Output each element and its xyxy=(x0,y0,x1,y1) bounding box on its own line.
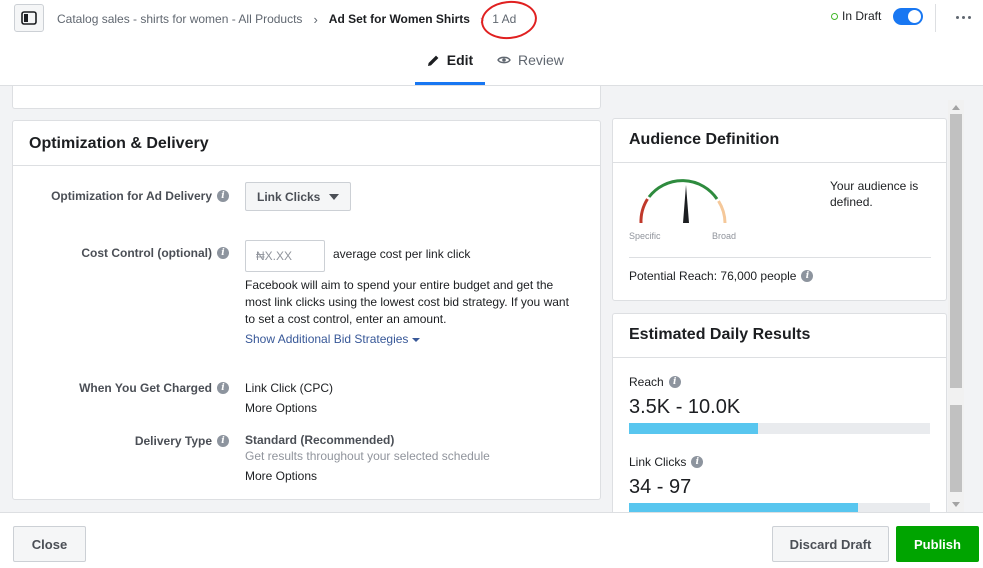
reach-bar-fill xyxy=(629,423,759,434)
section-divider xyxy=(613,162,946,163)
ad-delivery-label-group: Optimization for Ad Delivery i xyxy=(51,189,229,203)
info-icon[interactable]: i xyxy=(217,247,229,259)
header-divider xyxy=(935,4,936,32)
charged-label-row: When You Get Charged i xyxy=(13,381,229,397)
right-panel-scrollbar[interactable] xyxy=(948,100,964,512)
editor-tabs: Edit Review xyxy=(415,48,564,86)
previous-section-card xyxy=(12,86,601,109)
tab-edit-label: Edit xyxy=(446,52,474,68)
optimization-goal-dropdown[interactable]: Link Clicks xyxy=(245,182,352,211)
ad-delivery-label-row: Optimization for Ad Delivery i xyxy=(13,189,229,205)
tab-edit[interactable]: Edit xyxy=(415,48,485,85)
reach-value: 3.5K - 10.0K xyxy=(629,396,741,418)
more-dot-icon xyxy=(967,15,971,19)
section-title: Optimization & Delivery xyxy=(29,135,209,152)
info-icon[interactable]: i xyxy=(668,376,681,388)
reach-label-row: Reach i xyxy=(629,375,681,389)
audience-gauge-icon xyxy=(639,179,727,224)
breadcrumb-ad-set[interactable]: Ad Set for Women Shirts xyxy=(329,12,470,26)
gauge-specific-label: Specific xyxy=(629,231,661,241)
caret-down-icon xyxy=(412,337,421,342)
section-divider xyxy=(613,357,946,358)
pencil-icon xyxy=(427,55,439,66)
draft-status-label: In Draft xyxy=(842,9,882,23)
caret-down-icon xyxy=(329,193,340,200)
tab-review-label: Review xyxy=(518,52,564,68)
eye-icon xyxy=(497,56,511,64)
section-divider xyxy=(13,165,600,166)
cost-control-label: Cost Control (optional) xyxy=(81,246,212,260)
delivery-type-label-group: Delivery Type i xyxy=(135,434,229,448)
ad-delivery-label: Optimization for Ad Delivery xyxy=(51,189,212,203)
cost-control-help: Facebook will aim to spend your entire b… xyxy=(245,278,569,326)
audience-definition-card: Audience Definition Specific Broad Your … xyxy=(612,118,947,301)
cost-control-suffix: average cost per link click xyxy=(333,247,471,261)
toggle-knob xyxy=(908,10,921,23)
more-options-button[interactable] xyxy=(950,8,976,26)
info-icon[interactable]: i xyxy=(217,435,229,447)
side-panel-icon xyxy=(21,11,37,25)
charged-more-options-link[interactable]: More Options xyxy=(245,401,317,415)
charged-label-group: When You Get Charged i xyxy=(79,381,229,395)
draft-status: In Draft xyxy=(831,9,881,23)
link-clicks-label-row: Link Clicks i xyxy=(629,455,704,469)
delivery-more-options-link[interactable]: More Options xyxy=(245,469,317,483)
audience-status-text: Your audience is defined. xyxy=(830,179,919,209)
side-panel-toggle-button[interactable] xyxy=(14,4,44,32)
info-icon[interactable]: i xyxy=(801,270,814,282)
editor-header: Catalog sales - shirts for women - All P… xyxy=(0,0,983,86)
delivery-type-description: Get results throughout your selected sch… xyxy=(245,449,490,463)
optimization-goal-value: Link Clicks xyxy=(257,189,321,204)
estimated-daily-results-card: Estimated Daily Results Reach i 3.5K - 1… xyxy=(612,313,947,514)
link-clicks-label: Link Clicks xyxy=(629,455,687,469)
gauge-broad-label: Broad xyxy=(712,231,737,241)
close-button[interactable]: Close xyxy=(13,526,86,562)
cost-control-label-row: Cost Control (optional) i xyxy=(13,246,229,262)
delivery-type-value: Standard (Recommended) xyxy=(245,433,395,447)
breadcrumb-campaign[interactable]: Catalog sales - shirts for women - All P… xyxy=(57,12,302,26)
chevron-right-icon: › xyxy=(479,11,485,27)
delivery-type-label: Delivery Type xyxy=(134,434,212,448)
ad-set-on-off-toggle[interactable] xyxy=(893,8,923,25)
show-bid-strategies-link[interactable]: Show Additional Bid Strategies xyxy=(245,332,421,346)
audience-divider xyxy=(629,257,931,258)
audience-title: Audience Definition xyxy=(629,131,780,148)
publish-button[interactable]: Publish xyxy=(896,526,979,562)
scroll-down-icon[interactable] xyxy=(952,502,960,507)
cost-control-label-group: Cost Control (optional) i xyxy=(81,246,229,260)
potential-reach-text: Potential Reach: 76,000 people xyxy=(629,269,797,283)
reach-label: Reach xyxy=(629,375,664,389)
bid-strategies-label: Show Additional Bid Strategies xyxy=(245,332,409,346)
scroll-up-icon[interactable] xyxy=(952,105,960,110)
more-dot-icon xyxy=(955,15,959,19)
discard-draft-button[interactable]: Discard Draft xyxy=(772,526,889,562)
link-clicks-value: 34 - 97 xyxy=(629,476,692,498)
tab-review[interactable]: Review xyxy=(497,48,564,85)
reach-bar xyxy=(629,423,930,434)
info-icon[interactable]: i xyxy=(217,382,229,394)
optimization-delivery-card: Optimization & Delivery Optimization for… xyxy=(12,120,601,500)
chevron-right-icon: › xyxy=(313,11,318,27)
info-icon[interactable]: i xyxy=(217,190,229,202)
scrollbar-thumb[interactable] xyxy=(950,114,962,388)
delivery-type-label-row: Delivery Type i xyxy=(13,434,229,450)
scrollbar-thumb-secondary[interactable] xyxy=(950,405,962,492)
breadcrumb-ad[interactable]: 1 Ad xyxy=(492,12,516,26)
more-dot-icon xyxy=(961,15,965,19)
draft-status-dot-icon xyxy=(831,12,838,20)
potential-reach: Potential Reach: 76,000 people i xyxy=(629,269,814,283)
charged-label: When You Get Charged xyxy=(79,381,212,395)
cost-control-input[interactable] xyxy=(245,240,325,272)
estimates-title: Estimated Daily Results xyxy=(629,326,811,343)
info-icon[interactable]: i xyxy=(691,456,704,468)
charged-value: Link Click (CPC) xyxy=(245,381,334,395)
breadcrumb: Catalog sales - shirts for women - All P… xyxy=(57,10,516,28)
editor-footer: Close Discard Draft Publish xyxy=(0,512,983,568)
